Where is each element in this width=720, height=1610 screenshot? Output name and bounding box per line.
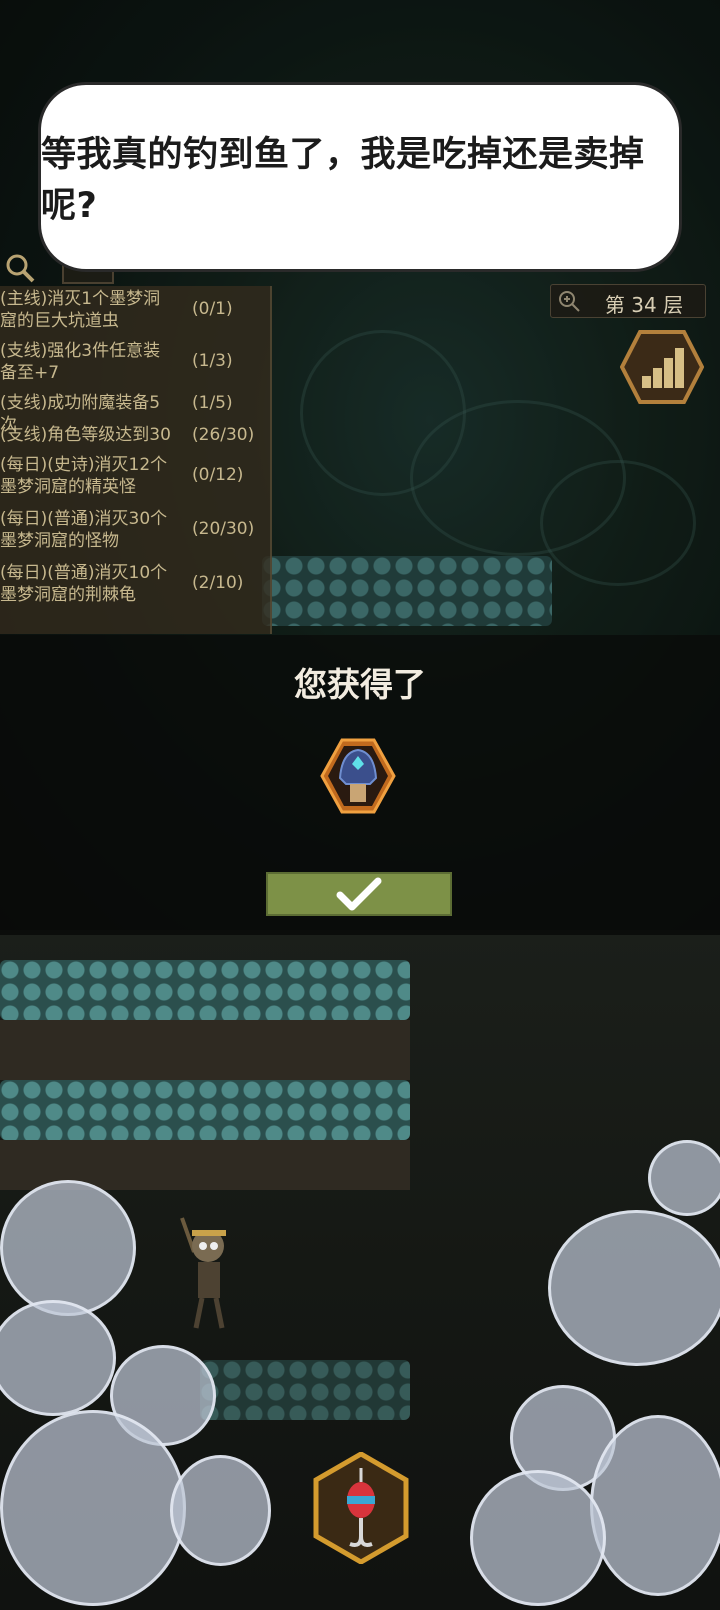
quest-name: (每日)(普通)消灭10个墨梦洞窟的荆棘龟 bbox=[0, 563, 168, 605]
fog-cloud bbox=[548, 1210, 720, 1366]
quest-progress: (1/3) bbox=[192, 351, 233, 371]
quest-name: (主线)消灭1个墨梦洞窟的巨大坑道虫 bbox=[0, 289, 161, 331]
quest-progress: (20/30) bbox=[192, 519, 255, 539]
search-icon[interactable] bbox=[4, 252, 36, 284]
floor-label: 第 34 层 bbox=[604, 293, 684, 317]
map-icon[interactable] bbox=[620, 330, 704, 404]
hedge-wall bbox=[0, 960, 410, 1020]
quest-name: (每日)(史诗)消灭12个墨梦洞窟的精英怪 bbox=[0, 455, 168, 497]
list-item[interactable]: (支线)强化3件任意装备至+7 (1/3) bbox=[0, 340, 270, 384]
confirm-button[interactable] bbox=[266, 872, 452, 916]
game-scene: (主线)消灭1个墨梦洞窟的巨大坑道虫 (0/1) (支线)强化3件任意装备至+7… bbox=[0, 0, 720, 1610]
fog-cloud bbox=[170, 1455, 271, 1566]
list-item[interactable]: (每日)(普通)消灭10个墨梦洞窟的荆棘龟 (2/10) bbox=[0, 562, 270, 606]
list-item[interactable]: (每日)(史诗)消灭12个墨梦洞窟的精英怪 (0/12) bbox=[0, 454, 270, 498]
quest-progress: (0/1) bbox=[192, 299, 233, 319]
list-item[interactable]: (支线)角色等级达到30 (26/30) bbox=[0, 424, 270, 446]
zoom-in-icon[interactable] bbox=[557, 289, 581, 313]
fishing-hook-icon[interactable] bbox=[312, 1452, 410, 1564]
hedge-wall bbox=[0, 1080, 410, 1140]
fog-cloud bbox=[648, 1140, 720, 1216]
speech-text: 等我真的钓到鱼了，我是吃掉还是卖掉呢? bbox=[41, 135, 645, 226]
thorn-wall bbox=[0, 1020, 410, 1080]
hedge-wall bbox=[200, 1360, 410, 1420]
checkmark-icon bbox=[336, 877, 382, 911]
quest-name: (支线)角色等级达到30 bbox=[0, 425, 171, 445]
list-item[interactable]: (主线)消灭1个墨梦洞窟的巨大坑道虫 (0/1) bbox=[0, 288, 270, 332]
quest-name: (支线)强化3件任意装备至+7 bbox=[0, 341, 161, 383]
quest-name: (每日)(普通)消灭30个墨梦洞窟的怪物 bbox=[0, 509, 168, 551]
quest-progress: (2/10) bbox=[192, 573, 244, 593]
fog-cloud bbox=[0, 1410, 186, 1606]
reward-title: 您获得了 bbox=[294, 665, 426, 704]
quest-progress: (1/5) bbox=[192, 393, 233, 413]
fog-cloud bbox=[470, 1470, 606, 1606]
fog-cloud bbox=[590, 1415, 720, 1596]
list-item[interactable]: (每日)(普通)消灭30个墨梦洞窟的怪物 (20/30) bbox=[0, 508, 270, 552]
speech-bubble: 等我真的钓到鱼了，我是吃掉还是卖掉呢? bbox=[38, 82, 682, 272]
quest-progress: (26/30) bbox=[192, 425, 255, 445]
floor-indicator: 第 34 层 bbox=[550, 284, 706, 318]
list-item[interactable]: (支线)成功附魔装备5次 (1/5) bbox=[0, 392, 270, 435]
armor-helmet-icon[interactable] bbox=[320, 738, 396, 814]
quest-progress: (0/12) bbox=[192, 465, 244, 485]
quest-list: (主线)消灭1个墨梦洞窟的巨大坑道虫 (0/1) (支线)强化3件任意装备至+7… bbox=[0, 286, 272, 634]
fog-cloud bbox=[0, 1180, 136, 1316]
player-character bbox=[180, 1217, 226, 1329]
